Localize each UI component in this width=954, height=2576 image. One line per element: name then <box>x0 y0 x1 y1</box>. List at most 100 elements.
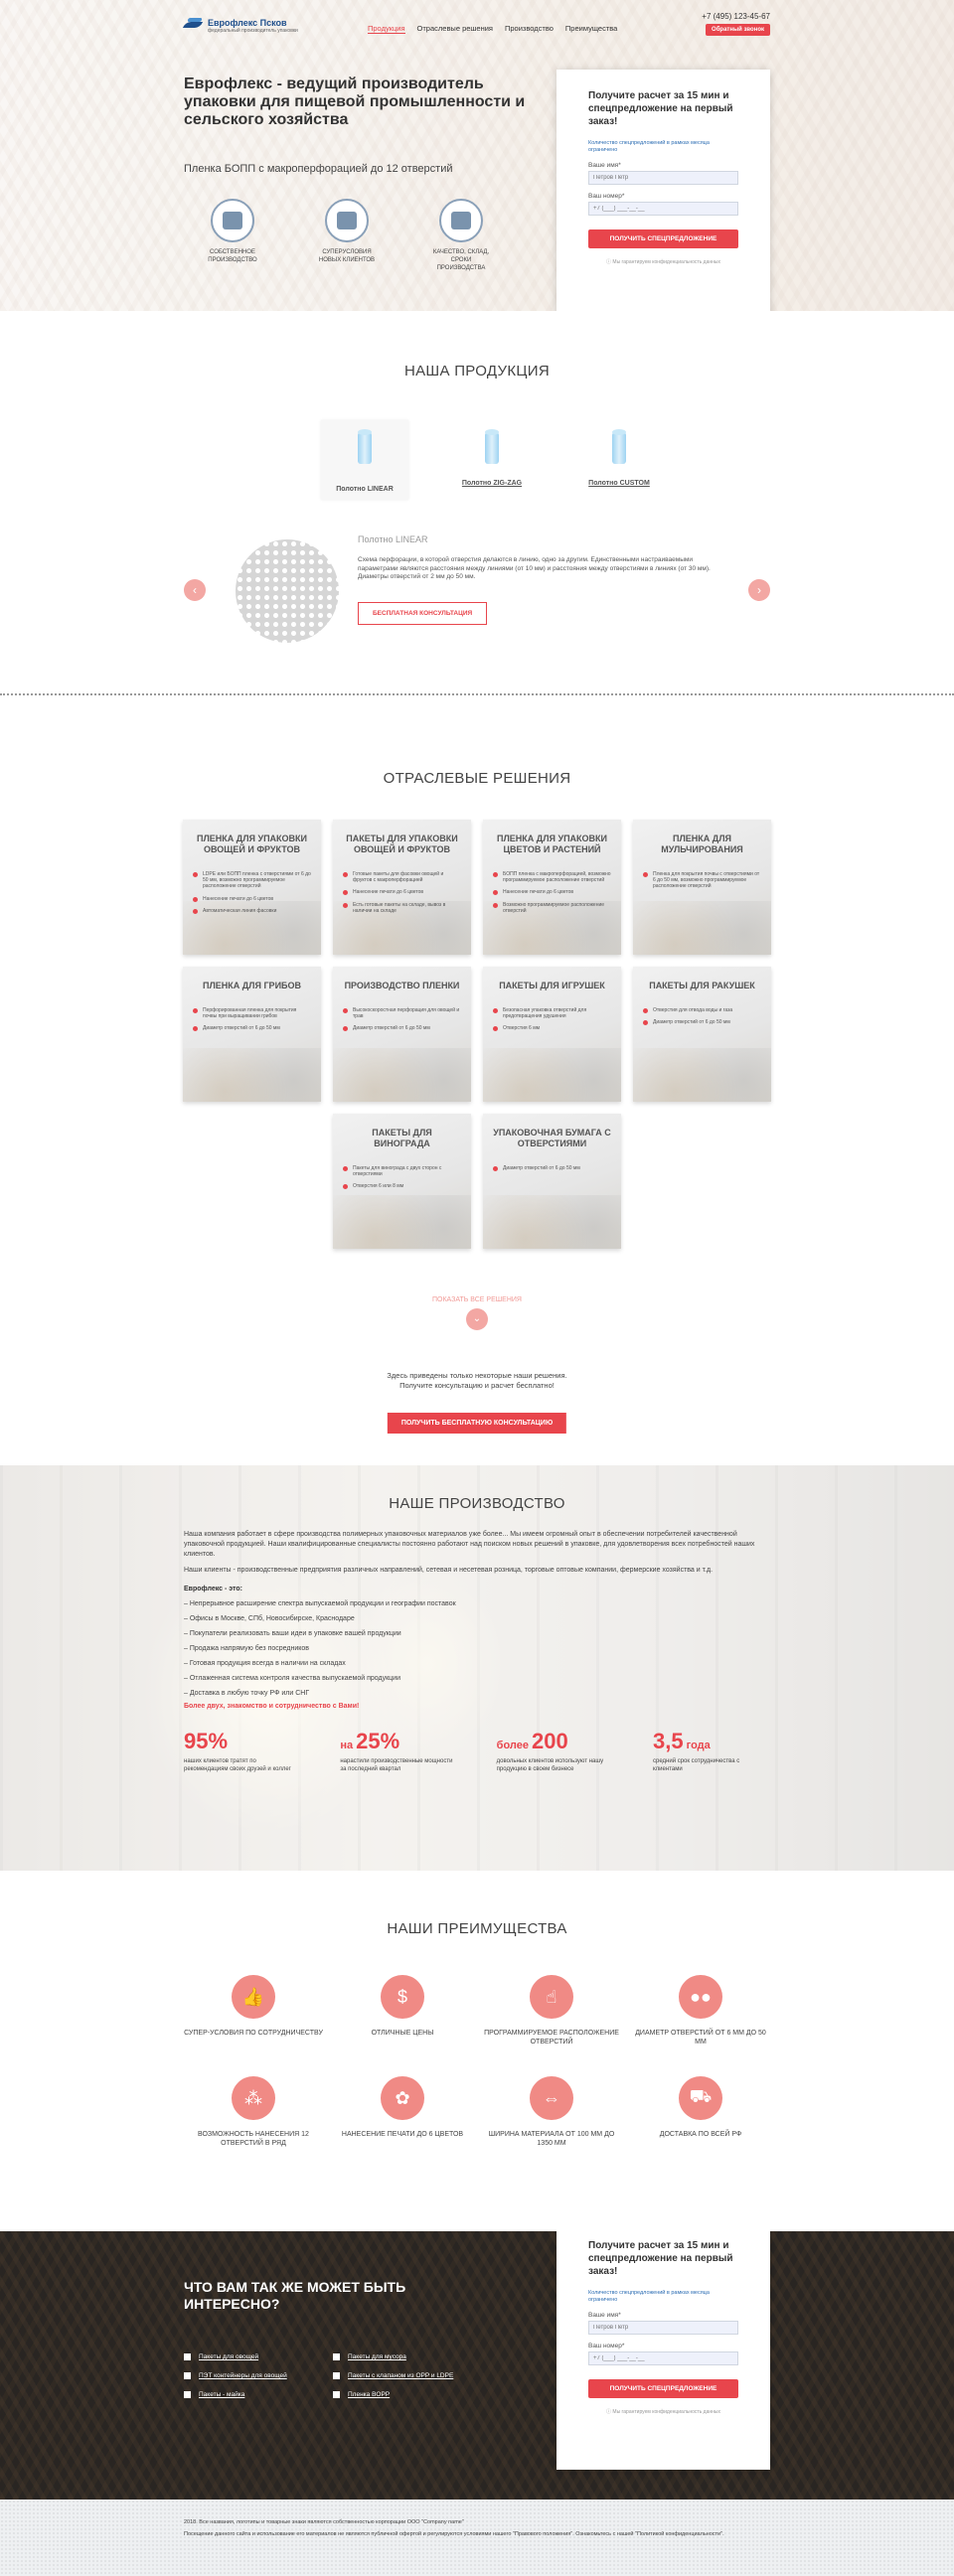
checkbox-icon <box>184 2372 191 2379</box>
solution-card-list: Перфорированная пленка для покрытия почв… <box>193 1007 311 1032</box>
solutions-note-line: Здесь приведены только некоторые наши ре… <box>387 1371 567 1380</box>
solution-card-item: Пленка для покрытия почвы с отверстиями … <box>643 871 761 890</box>
solution-card-title: Производство пленки <box>344 981 460 990</box>
solution-card-title: Пакеты для упаковки овощей и фруктов <box>346 833 458 854</box>
production-list-item: Готовая продукция всегда в наличии на ск… <box>184 1656 770 1671</box>
related-link[interactable]: Пакеты - майка <box>184 2391 333 2398</box>
tab-linear[interactable]: Полотно LINEAR <box>321 420 408 500</box>
tab-custom[interactable]: Полотно CUSTOM <box>575 420 663 500</box>
phone-input[interactable] <box>588 202 738 216</box>
name-input[interactable] <box>588 171 738 185</box>
get-offer-button[interactable]: Получить спецпредложение <box>588 229 738 248</box>
cursor-icon: ☝ <box>530 1975 573 2019</box>
solution-card[interactable]: Производство пленки Высокоскоростная перф… <box>333 967 471 1102</box>
tab-label: Полотно LINEAR <box>336 486 394 493</box>
footer: 2018. Все названия, логотипы и товарные … <box>0 2500 954 2576</box>
production-list-item: Офисы в Москве, СПб, Новосибирске, Красн… <box>184 1611 770 1626</box>
nav-solutions[interactable]: Отраслевые решения <box>417 24 493 34</box>
solution-card-item: Безопасная упаковка отверстий для предот… <box>493 1007 611 1019</box>
solution-card[interactable]: Пакеты для игрушек Безопасная упаковка от… <box>483 967 621 1102</box>
solution-card[interactable]: Пленка для мульчирования Пленка для покры… <box>633 820 771 955</box>
solution-card[interactable]: Пакеты для ракушек Отверстия для отвода в… <box>633 967 771 1102</box>
solutions-grid: Пленка для упаковки овощей и фруктов LDPE… <box>183 820 771 1249</box>
advantage-item: ⇔ Ширина материала от 100 мм до 1350 мм <box>482 2076 621 2148</box>
solution-card-item: Нанесение печати до 6 цветов <box>193 896 311 902</box>
nav-production[interactable]: Производство <box>505 24 554 34</box>
phone-input[interactable] <box>588 2351 738 2365</box>
checkbox-icon <box>184 2353 191 2360</box>
solution-card-item: Отверстия 6 или 8 мм <box>343 1183 461 1190</box>
advantage-item: 👍 Супер-условия по сотрудничеству <box>184 1975 323 2046</box>
perforation-pattern-image <box>236 539 339 643</box>
production-list-item: Доставка в любую точку РФ или СНГ <box>184 1686 770 1701</box>
solution-card[interactable]: Пленка для упаковки овощей и фруктов LDPE… <box>183 820 321 955</box>
hero-feature-label: Собственное производство <box>208 249 257 263</box>
checkbox-icon <box>333 2353 340 2360</box>
tab-label: Полотно ZIG-ZAG <box>461 480 523 487</box>
logo[interactable]: Еврофлекс Псков федеральный производител… <box>184 18 298 35</box>
solution-card-list: Высокоскоростная перфорация для овощей и… <box>343 1007 461 1032</box>
nav-advantages[interactable]: Преимущества <box>565 24 617 34</box>
solution-card-item: Диаметр отверстий от 6 до 50 мм <box>493 1165 611 1172</box>
checkbox-icon <box>184 2391 191 2398</box>
main-nav: Продукция Отраслевые решения Производств… <box>368 24 617 34</box>
next-arrow-icon[interactable]: › <box>748 579 770 601</box>
related-section: Что вам так же может быть интересно? Пак… <box>0 2231 954 2500</box>
name-input[interactable] <box>588 2321 738 2335</box>
solution-card-item: Диаметр отверстий от 6 до 50 мм <box>193 1025 311 1032</box>
money-icon: $ <box>381 1975 424 2019</box>
form-title: Получите расчет за 15 мин и спецпредложе… <box>588 2240 733 2277</box>
width-arrows-icon: ⇔ <box>530 2076 573 2120</box>
products-title: Наша продукция <box>403 363 551 379</box>
logo-mark-icon <box>184 18 204 32</box>
footer-copyright: 2018. Все названия, логотипы и товарные … <box>184 2519 464 2525</box>
solution-card-item: Готовые пакеты для фасовки овощей и фрук… <box>343 871 461 883</box>
show-all-solutions[interactable]: Показать все решения ⌄ <box>184 1296 770 1330</box>
prev-arrow-icon[interactable]: ‹ <box>184 579 206 601</box>
tab-zigzag[interactable]: Полотно ZIG-ZAG <box>448 420 536 500</box>
get-offer-button[interactable]: Получить спецпредложение <box>588 2379 738 2398</box>
solution-card[interactable]: Пленка для упаковки цветов и растений БОП… <box>483 820 621 955</box>
callback-button[interactable]: Обратный звонок <box>706 24 770 36</box>
hero-title: Еврофлекс - ведущий производитель упаков… <box>184 76 527 129</box>
solution-card[interactable]: Пленка для грибов Перфорированная пленка … <box>183 967 321 1102</box>
solution-card-list: Диаметр отверстий от 6 до 50 мм <box>493 1165 611 1172</box>
checkbox-icon <box>333 2391 340 2398</box>
solutions-section: Отраслевые решения Пленка для упаковки о… <box>0 695 954 1465</box>
solution-card-list: Пакеты для винограда с двух сторон с отв… <box>343 1165 461 1190</box>
production-list-item: Отлаженная система контроля качества вып… <box>184 1671 770 1686</box>
phone-label: Ваш номер* <box>588 193 625 200</box>
advantage-label: Диаметр отверстий от 6 мм до 50 мм <box>635 2030 766 2046</box>
solution-card[interactable]: Пакеты для упаковки овощей и фруктов Гото… <box>333 820 471 955</box>
advantage-label: Программируемое расположение отверстий <box>484 2030 619 2046</box>
hero-subtitle: Пленка БОПП с макроперфорацией до 12 отв… <box>184 163 453 175</box>
solution-card-item: Перфорированная пленка для покрытия почв… <box>193 1007 311 1019</box>
hero-title-brand: Еврофлекс <box>184 76 273 92</box>
advantage-item: ☝ Программируемое расположение отверстий <box>482 1975 621 2046</box>
related-link[interactable]: ПЭТ контейнеры для овощей <box>184 2372 333 2379</box>
checkbox-icon <box>333 2372 340 2379</box>
solution-card-item: Диаметр отверстий от 6 до 50 мм <box>643 1019 761 1026</box>
related-link[interactable]: Пакеты с клапаном из OPP и LDPE <box>333 2372 482 2379</box>
production-list-item: Непрерывное расширение спектра выпускаем… <box>184 1596 770 1611</box>
solution-card[interactable]: Упаковочная бумага с отверстиями Диаметр … <box>483 1114 621 1249</box>
related-link[interactable]: Пакеты для овощей <box>184 2353 333 2360</box>
phone-number[interactable]: +7 (495) 123-45-67 <box>702 12 770 21</box>
related-link[interactable]: Пакеты для мусора <box>333 2353 482 2360</box>
stat-item: более 200 довольных клиентов используют … <box>497 1730 614 1773</box>
product-info: Полотно LINEAR Схема перфорации, в котор… <box>358 534 720 625</box>
nav-products[interactable]: Продукция <box>368 24 405 34</box>
solution-card-title: Пленка для упаковки овощей и фруктов <box>197 833 307 854</box>
advantage-label: Нанесение печати до 6 цветов <box>341 2131 464 2138</box>
hero-section: Еврофлекс Псков федеральный производител… <box>0 0 954 311</box>
free-consultation-button[interactable]: Бесплатная консультация <box>358 601 488 625</box>
footer-legal[interactable]: Посещение данного сайта и использование … <box>184 2531 770 2538</box>
related-link[interactable]: Пленка BOPP <box>333 2391 482 2398</box>
solution-card[interactable]: Пакеты для винограда Пакеты для винограда… <box>333 1114 471 1249</box>
chevron-down-icon[interactable]: ⌄ <box>466 1308 488 1330</box>
film-roll-icon <box>485 429 499 464</box>
free-consultation-cta[interactable]: Получить бесплатную консультацию <box>387 1413 567 1434</box>
production-section: Наше производство Наша компания работает… <box>0 1465 954 1871</box>
solution-card-item: Нанесение печати до 6 цветов <box>493 889 611 896</box>
stat-item: 95% наших клиентов тратят по рекомендаци… <box>184 1730 301 1773</box>
